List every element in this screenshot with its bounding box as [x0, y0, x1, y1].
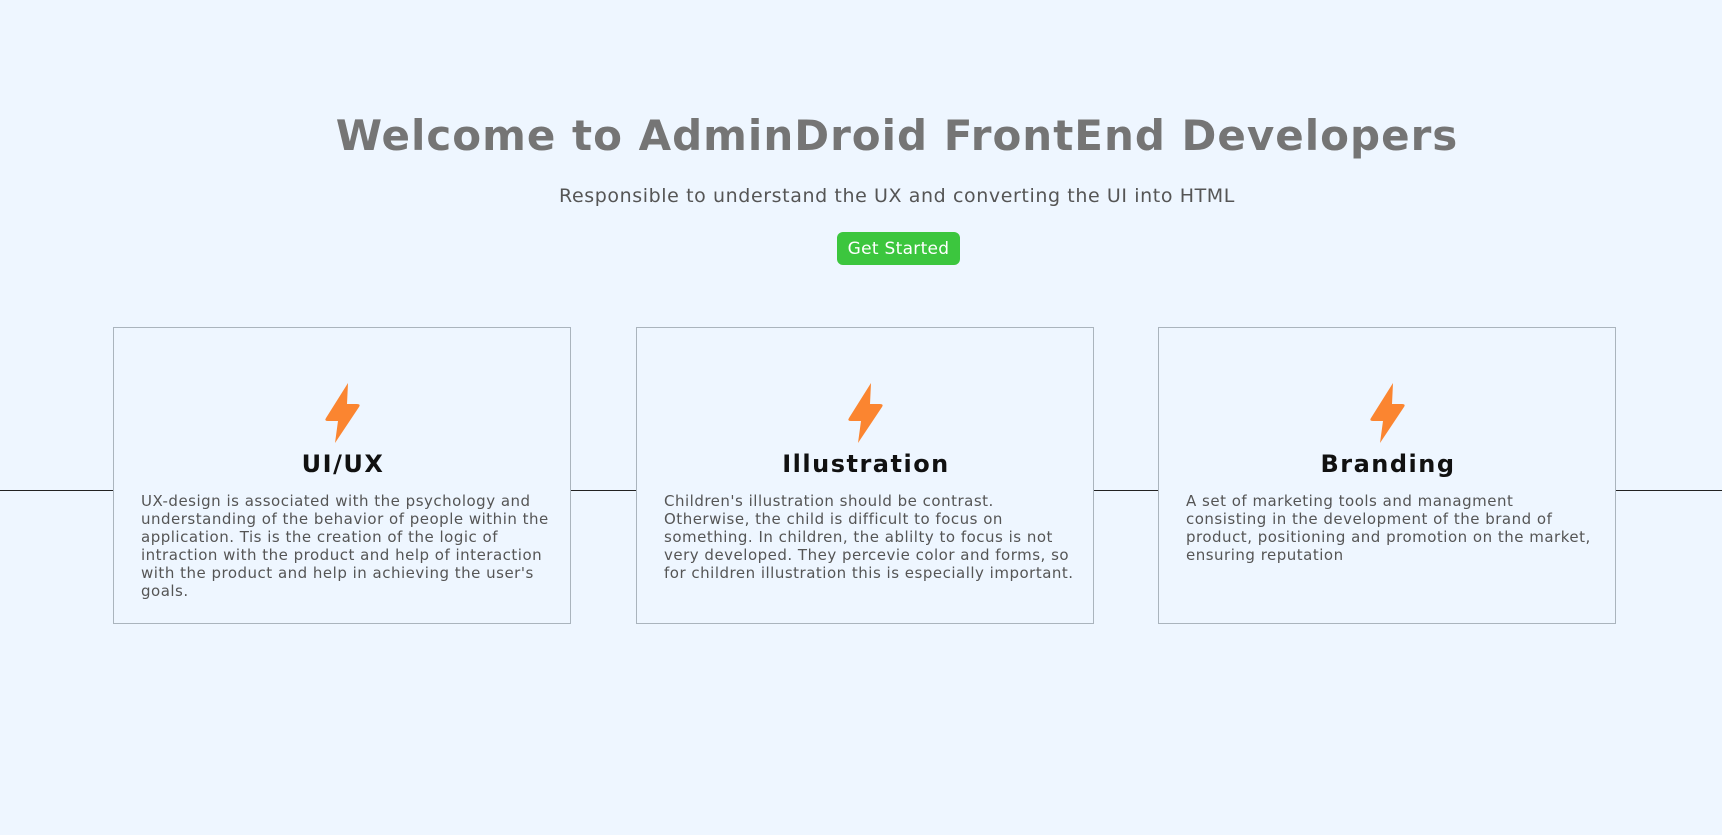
get-started-button[interactable]: Get Started: [837, 232, 960, 265]
card-title: UI/UX: [301, 450, 385, 478]
lightning-bolt-icon: [325, 383, 360, 443]
service-card-ui-ux: UI/UX UX-design is associated with the p…: [113, 327, 571, 624]
card-title: Illustration: [782, 450, 950, 478]
card-description: A set of marketing tools and managment c…: [1186, 492, 1591, 564]
service-card-illustration: Illustration Children's illustration sho…: [636, 327, 1094, 624]
card-description: Children's illustration should be contra…: [664, 492, 1074, 582]
page-subtitle: Responsible to understand the UX and con…: [559, 185, 1235, 207]
lightning-bolt-icon: [1370, 383, 1405, 443]
lightning-bolt-icon: [848, 383, 883, 443]
card-description: UX-design is associated with the psychol…: [141, 492, 549, 600]
service-card-branding: Branding A set of marketing tools and ma…: [1158, 327, 1616, 624]
page-title: Welcome to AdminDroid FrontEnd Developer…: [335, 111, 1459, 160]
card-title: Branding: [1320, 450, 1456, 478]
